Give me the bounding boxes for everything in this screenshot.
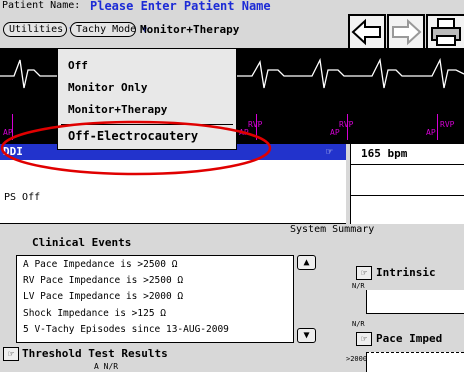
system-summary-title: System Summary	[290, 224, 375, 235]
tachy-mode-value: Monitor+Therapy	[140, 23, 240, 36]
back-arrow-icon	[351, 18, 381, 46]
clinical-events-list: A Pace Impedance is >2500 Ω RV Pace Impe…	[16, 255, 294, 343]
marker-ap-label: AP	[330, 128, 340, 137]
forward-button[interactable]	[387, 14, 425, 50]
back-button[interactable]	[348, 14, 386, 50]
print-button[interactable]	[426, 14, 464, 50]
pace-impedance-button[interactable]: ☞	[356, 332, 372, 346]
rate-value: 165 bpm	[361, 147, 408, 160]
marker-line	[437, 114, 438, 140]
hand-pointer-icon: ☞	[360, 268, 368, 279]
marker-rvp-label: RVP	[339, 120, 354, 129]
annotation-ellipse	[0, 120, 272, 176]
list-item: RV Pace Impedance is >2500 Ω	[23, 275, 184, 286]
events-page-up-button[interactable]: ▲	[297, 255, 316, 270]
rate-cell[interactable]: 165 bpm	[350, 144, 464, 164]
threshold-test-button[interactable]: ☞	[3, 347, 19, 361]
chevron-up-icon: ▲	[303, 257, 310, 268]
menu-item-monitor-therapy[interactable]: Monitor+Therapy	[68, 103, 167, 116]
tachy-mode-label: Tachy Mode	[76, 24, 137, 35]
hand-pointer-icon: ☞	[326, 145, 333, 158]
marker-ap-label: AP	[426, 128, 436, 137]
tachy-mode-button[interactable]: Tachy Mode ▼	[70, 22, 147, 37]
list-item: A Pace Impedance is >2500 Ω	[23, 259, 178, 270]
pace-impedance-box	[366, 352, 464, 372]
threshold-sub: A N/R	[94, 362, 119, 371]
utilities-menu-button[interactable]: Utilities ▼	[3, 22, 74, 37]
forward-arrow-icon	[392, 18, 422, 46]
intrinsic-nr-2: N/R	[352, 320, 365, 328]
right-detail-panel	[350, 164, 464, 224]
printer-icon	[431, 18, 461, 46]
menu-item-off[interactable]: Off	[68, 59, 88, 72]
patient-name-label: Patient Name:	[2, 0, 81, 11]
intrinsic-button[interactable]: ☞	[356, 266, 372, 280]
ps-status: PS Off	[4, 192, 41, 203]
divider	[351, 195, 464, 196]
intrinsic-label: Intrinsic	[376, 266, 436, 279]
list-item: Shock Impedance is >125 Ω	[23, 308, 166, 319]
utilities-label: Utilities	[9, 24, 64, 35]
pace-impedance-value: >2000	[346, 355, 368, 363]
menu-item-monitor-only[interactable]: Monitor Only	[68, 81, 147, 94]
events-page-down-button[interactable]: ▼	[297, 328, 316, 343]
intrinsic-box	[366, 290, 464, 314]
chevron-down-icon: ▼	[303, 330, 310, 341]
clinical-events-title: Clinical Events	[32, 236, 132, 249]
threshold-test-title: Threshold Test Results	[22, 347, 168, 360]
patient-name-value[interactable]: Please Enter Patient Name	[90, 0, 271, 13]
list-item: LV Pace Impedance is >2000 Ω	[23, 291, 184, 302]
hand-pointer-icon: ☞	[360, 334, 368, 345]
marker-rvp-label: RVP	[440, 120, 455, 129]
intrinsic-nr-1: N/R	[352, 282, 365, 290]
hand-pointer-icon: ☞	[7, 349, 15, 360]
list-item: 5 V-Tachy Episodes since 13-AUG-2009	[23, 324, 229, 335]
pace-impedance-label: Pace Imped	[376, 332, 443, 345]
